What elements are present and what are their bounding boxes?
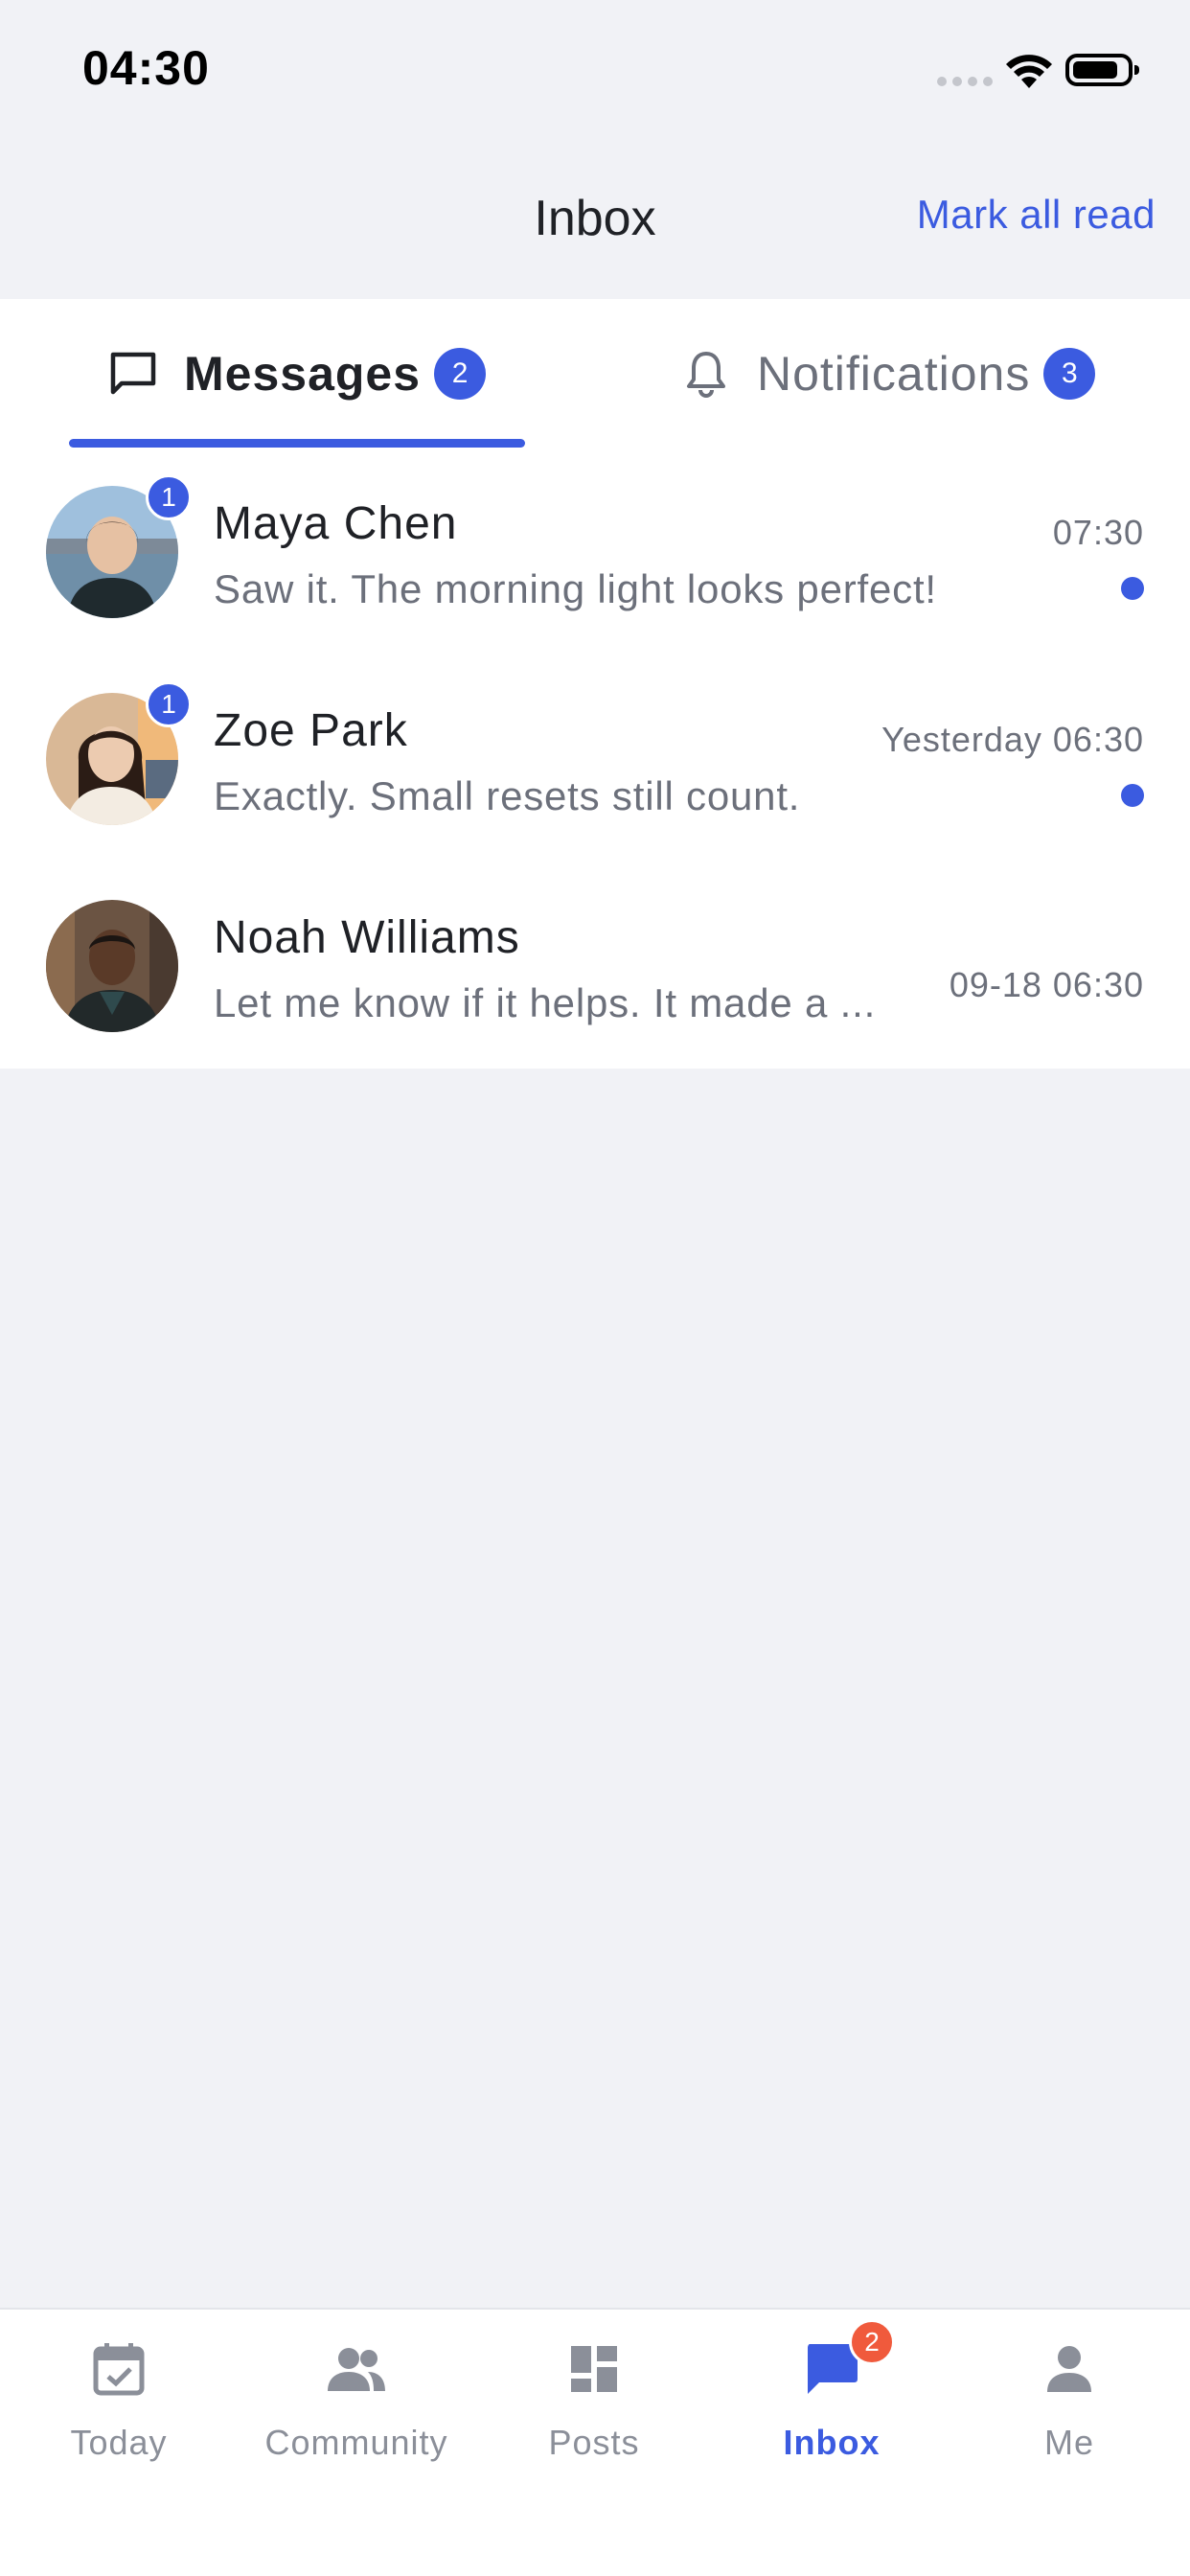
conversation-list: 1 Maya Chen Saw it. The morning light lo… xyxy=(0,448,1190,1069)
battery-icon xyxy=(1065,54,1139,86)
inbox-tabs: Messages 2 Notifications 3 xyxy=(0,299,1190,448)
message-preview: Exactly. Small resets still count. xyxy=(214,773,801,818)
conversation-row[interactable]: Noah Williams Let me know if it helps. I… xyxy=(0,862,1190,1069)
message-preview: Saw it. The morning light looks perfect! xyxy=(214,566,937,611)
chat-icon xyxy=(107,348,159,400)
nav-label: Community xyxy=(264,2423,448,2462)
tab-label: Notifications xyxy=(757,346,1031,401)
avatar xyxy=(46,900,178,1032)
message-time: Yesterday 06:30 xyxy=(881,720,1144,759)
bell-icon xyxy=(680,348,732,400)
dashboard-icon xyxy=(563,2338,625,2400)
status-bar: 04:30 xyxy=(0,0,1190,134)
message-time: 07:30 xyxy=(1052,513,1144,552)
unread-count-badge: 1 xyxy=(146,474,192,520)
nav-item-posts[interactable]: Posts xyxy=(475,2338,713,2511)
mark-all-read-button[interactable]: Mark all read xyxy=(917,192,1156,238)
avatar: 1 xyxy=(46,474,192,618)
contact-name: Zoe Park xyxy=(214,705,408,756)
tab-badge: 2 xyxy=(434,347,487,400)
nav-label: Posts xyxy=(548,2423,640,2462)
contact-name: Noah Williams xyxy=(214,912,520,963)
calendar-check-icon xyxy=(88,2338,149,2400)
status-time: 04:30 xyxy=(82,41,210,95)
wifi-icon xyxy=(1006,55,1052,88)
signal-icon xyxy=(937,77,993,86)
bottom-nav: Today Community Posts 2 Inbox Me xyxy=(0,2308,1190,2576)
unread-dot xyxy=(1121,577,1144,600)
message-time: 09-18 06:30 xyxy=(949,965,1144,1004)
conversation-row[interactable]: 1 Maya Chen Saw it. The morning light lo… xyxy=(0,448,1190,655)
nav-label: Today xyxy=(70,2423,168,2462)
tab-badge: 3 xyxy=(1043,347,1096,400)
unread-count-badge: 1 xyxy=(146,681,192,727)
tab-notifications[interactable]: Notifications 3 xyxy=(680,299,1096,448)
nav-badge: 2 xyxy=(849,2319,895,2365)
header: Inbox Mark all read xyxy=(0,134,1190,299)
nav-item-inbox[interactable]: 2 Inbox xyxy=(713,2319,950,2511)
conversation-row[interactable]: 1 Zoe Park Exactly. Small resets still c… xyxy=(0,655,1190,862)
person-icon xyxy=(1039,2338,1100,2400)
contact-name: Maya Chen xyxy=(214,498,458,549)
message-preview: Let me know if it helps. It made a ... xyxy=(214,980,877,1025)
active-tab-indicator xyxy=(69,439,525,448)
unread-dot xyxy=(1121,784,1144,807)
nav-item-me[interactable]: Me xyxy=(950,2338,1188,2511)
people-icon xyxy=(326,2338,387,2400)
avatar-noah xyxy=(46,900,178,1032)
nav-label: Inbox xyxy=(783,2423,881,2462)
avatar: 1 xyxy=(46,681,192,825)
nav-item-community[interactable]: Community xyxy=(238,2338,475,2511)
nav-label: Me xyxy=(1043,2423,1094,2462)
nav-item-today[interactable]: Today xyxy=(0,2338,238,2511)
chat-bubble-icon: 2 xyxy=(801,2319,895,2400)
tab-label: Messages xyxy=(184,346,422,401)
tab-messages[interactable]: Messages 2 xyxy=(107,299,487,448)
